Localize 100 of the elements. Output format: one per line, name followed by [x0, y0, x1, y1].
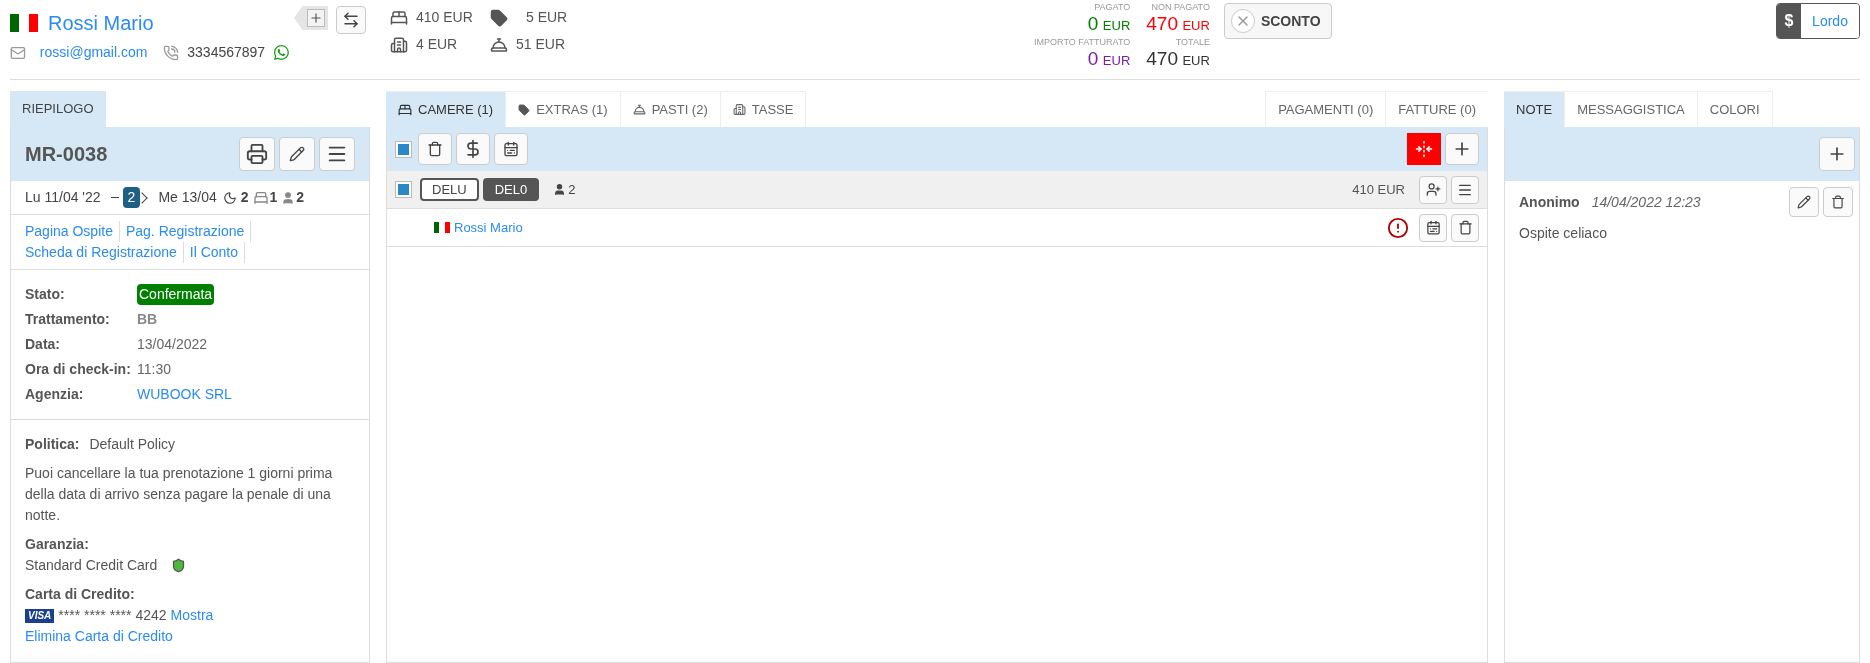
mail-icon: [10, 44, 26, 61]
menu-button[interactable]: [319, 137, 355, 171]
summary-tab[interactable]: RIEPILOGO: [10, 91, 106, 127]
panel-link[interactable]: Scheda di Registrazione: [25, 242, 184, 263]
booking-code: MR-0038: [25, 142, 108, 167]
show-card-link[interactable]: Mostra: [170, 605, 214, 626]
agency-link[interactable]: WUBOOK SRL: [137, 384, 232, 405]
price-toggle[interactable]: $ Lordo: [1776, 3, 1860, 39]
total-amount: 470 EUR: [1146, 14, 1210, 33]
field-label: Carta di Credito:: [25, 585, 136, 604]
notes-tab[interactable]: MESSAGGISTICA: [1565, 91, 1698, 127]
section-tab[interactable]: FATTURE (0): [1385, 91, 1488, 127]
guest-email[interactable]: rossi@gmail.com: [39, 42, 148, 63]
notes-tab[interactable]: NOTE: [1504, 91, 1566, 127]
section-tab[interactable]: PAGAMENTI (0): [1265, 91, 1386, 127]
moon-icon: [222, 190, 237, 205]
discount-button[interactable]: SCONTO: [1223, 3, 1332, 39]
swap-button[interactable]: [336, 6, 366, 34]
field-label: Garanzia:: [25, 535, 90, 554]
guests-count: 2: [296, 188, 305, 207]
pencil-icon: [1797, 195, 1811, 209]
alert-icon: [1387, 216, 1409, 239]
rooms-count: 1: [269, 188, 278, 207]
room-price: 410 EUR: [1352, 180, 1405, 199]
price-button[interactable]: [456, 133, 490, 165]
add-button[interactable]: [1819, 137, 1855, 171]
bed-icon: [252, 189, 269, 206]
print-button[interactable]: [239, 137, 275, 171]
room-code-tag[interactable]: DEL0: [482, 178, 540, 201]
section-tab[interactable]: TASSE: [720, 91, 807, 127]
guest-name[interactable]: Rossi Mario: [48, 8, 154, 38]
split-button[interactable]: [1407, 133, 1441, 165]
total-label: NON PAGATO: [1151, 3, 1210, 12]
edit-button[interactable]: [1789, 187, 1819, 217]
nights-count: 2: [240, 188, 249, 207]
amount-text: 51 EUR: [516, 35, 566, 54]
pencil-icon: [289, 146, 305, 162]
notes-tab[interactable]: COLORI: [1697, 91, 1773, 127]
policy-text: Puoi cancellare la tua prenotazione 1 giorni prima della data di arrivo senza pagare la penale di una notte.: [25, 464, 334, 525]
italian-flag-icon: [434, 222, 450, 233]
currency-option[interactable]: $: [1777, 4, 1801, 38]
add-guest-button[interactable]: [1419, 175, 1447, 204]
phone-icon: [163, 44, 180, 61]
section-tab[interactable]: CAMERE (1): [386, 91, 507, 127]
whatsapp-icon: [273, 44, 290, 61]
person-icon: [281, 190, 296, 205]
calendar-icon: [1425, 220, 1441, 235]
delete-button[interactable]: [418, 133, 452, 165]
trash-icon: [1457, 220, 1473, 235]
italian-flag-icon: [10, 14, 38, 32]
delete-button[interactable]: [1823, 187, 1853, 217]
note-text: Ospite celiaco: [1519, 224, 1608, 243]
panel-link[interactable]: Pagina Ospite: [25, 221, 120, 242]
total-label: IMPORTO FATTURATO: [1034, 38, 1131, 47]
swap-icon: [342, 11, 360, 29]
total-label: TOTALE: [1175, 38, 1210, 47]
room-code-tag[interactable]: DELU: [420, 178, 479, 201]
occupant-link[interactable]: Rossi Mario: [454, 217, 523, 238]
trash-icon: [427, 141, 443, 157]
field-label: Data:: [25, 335, 61, 354]
add-person-icon: [1425, 182, 1441, 197]
menu-button[interactable]: [1451, 175, 1479, 204]
checkbox[interactable]: [395, 140, 412, 158]
status-badge: Confermata: [137, 284, 215, 305]
plus-icon: [309, 11, 323, 25]
field-label: Ora di check-in:: [25, 360, 132, 379]
field-label: Agenzia:: [25, 385, 85, 404]
edit-button[interactable]: [279, 137, 315, 171]
panel-link[interactable]: Il Conto: [189, 242, 245, 263]
calendar-icon: [503, 141, 519, 157]
section-tab[interactable]: EXTRAS (1): [506, 91, 621, 127]
total-amount: 0 EUR: [1087, 14, 1131, 33]
person-icon: [553, 183, 567, 196]
guarantee-value: Standard Credit Card: [25, 556, 158, 575]
panel-link[interactable]: Pag. Registrazione: [125, 221, 252, 242]
checkbox[interactable]: [395, 181, 412, 198]
calendar-button[interactable]: [494, 133, 528, 165]
trash-icon: [1831, 195, 1845, 209]
printer-icon: [246, 143, 268, 165]
section-tab[interactable]: PASTI (2): [620, 91, 721, 127]
cloche-icon: [490, 35, 508, 54]
delete-card-link[interactable]: Elimina Carta di Credito: [25, 626, 173, 647]
amount-text: 4 EUR: [416, 35, 458, 54]
split-icon: [1415, 140, 1433, 158]
building-icon: [390, 35, 408, 54]
tag-icon: [490, 8, 508, 27]
delete-button[interactable]: [1451, 213, 1479, 242]
add-button[interactable]: [1445, 133, 1479, 165]
card-brand-logo: VISA: [25, 608, 55, 623]
field-value: 11:30: [137, 360, 171, 379]
total-amount: 470 EUR: [1146, 49, 1210, 68]
field-value: 13/04/2022: [137, 335, 208, 354]
field-label: Politica:: [25, 435, 80, 454]
amount-text: 5 EUR: [526, 8, 568, 27]
note-author: Anonimo: [1519, 192, 1580, 212]
policy-name: Default Policy: [89, 435, 176, 454]
note-date: 14/04/2022 12:23: [1591, 192, 1701, 212]
nights-badge: 2: [122, 187, 141, 208]
calendar-button[interactable]: [1419, 213, 1447, 242]
amount-text: 410 EUR: [416, 8, 473, 27]
